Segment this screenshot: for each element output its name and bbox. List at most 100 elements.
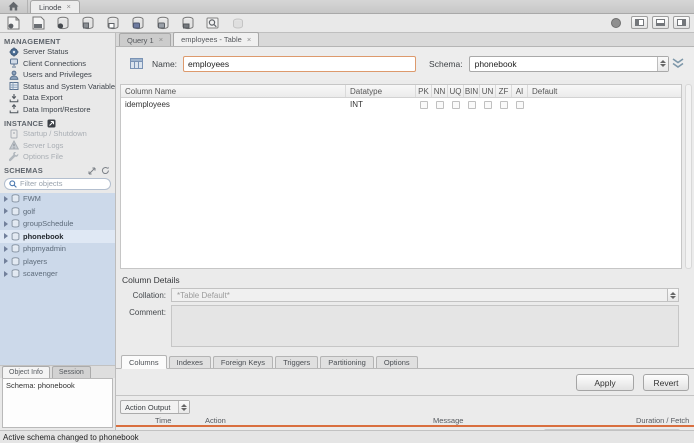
connection-tab-linode[interactable]: Linode ×	[30, 0, 80, 13]
datatype-header[interactable]: Datatype	[346, 85, 416, 97]
schema-item-phonebook[interactable]: phonebook	[0, 230, 115, 243]
default-header[interactable]: Default	[528, 85, 681, 97]
column-name-cell[interactable]: idemployees	[121, 100, 346, 109]
uq-header[interactable]: UQ	[448, 85, 464, 97]
sidebar-item-label: Data Export	[23, 93, 63, 102]
schema-item-fwm[interactable]: FWM	[0, 193, 115, 206]
sidebar-item-label: Users and Privileges	[23, 70, 92, 79]
revert-button[interactable]: Revert	[643, 374, 689, 391]
tab-options[interactable]: Options	[376, 356, 418, 368]
create-procedure-icon[interactable]	[130, 16, 146, 31]
create-function-icon[interactable]	[155, 16, 171, 31]
editor-tab-label: employees - Table	[181, 35, 242, 44]
column-name-header[interactable]: Column Name	[121, 85, 346, 97]
message-header[interactable]: Message	[433, 416, 463, 425]
schema-label: Schema:	[429, 59, 463, 69]
reconnect-db-icon[interactable]	[230, 16, 246, 31]
apply-button[interactable]: Apply	[576, 374, 634, 391]
expander-icon[interactable]	[4, 208, 8, 214]
tab-indexes[interactable]: Indexes	[169, 356, 211, 368]
nn-header[interactable]: NN	[432, 85, 448, 97]
action-output-select[interactable]: Action Output	[120, 400, 190, 414]
grid-scrollbar[interactable]	[685, 84, 692, 269]
expander-icon[interactable]	[4, 221, 8, 227]
schema-select[interactable]: phonebook	[469, 56, 669, 72]
create-view-icon[interactable]	[105, 16, 121, 31]
open-sql-script-icon[interactable]	[30, 16, 46, 31]
search-objects-icon[interactable]	[205, 16, 221, 31]
new-sql-tab-icon[interactable]	[5, 16, 21, 31]
sidebar-item-users-privileges[interactable]: Users and Privileges	[0, 69, 115, 81]
expander-icon[interactable]	[4, 258, 8, 264]
time-header[interactable]: Time	[155, 416, 171, 425]
tab-triggers[interactable]: Triggers	[275, 356, 318, 368]
sidebar-item-label: Server Status	[23, 47, 68, 56]
schema-icon	[11, 257, 20, 266]
tab-partitioning[interactable]: Partitioning	[320, 356, 374, 368]
action-header[interactable]: Action	[205, 416, 226, 425]
tab-foreign-keys[interactable]: Foreign Keys	[213, 356, 273, 368]
schema-item-golf[interactable]: golf	[0, 205, 115, 218]
expander-icon[interactable]	[4, 196, 8, 202]
schema-item-players[interactable]: players	[0, 255, 115, 268]
sidebar-item-label: Client Connections	[23, 59, 86, 68]
toggle-right-sidebar-button[interactable]	[673, 16, 690, 29]
duration-fetch-header[interactable]: Duration / Fetch	[636, 416, 689, 425]
zf-header[interactable]: ZF	[496, 85, 512, 97]
toggle-bottom-panel-button[interactable]	[652, 16, 669, 29]
expander-icon[interactable]	[4, 246, 8, 252]
sidebar-item-data-export[interactable]: Data Export	[0, 92, 115, 104]
stepper-icon[interactable]	[667, 289, 678, 301]
tab-columns[interactable]: Columns	[121, 355, 167, 369]
zf-checkbox[interactable]	[496, 101, 512, 109]
stepper-icon[interactable]	[657, 57, 668, 71]
create-table-icon[interactable]	[80, 16, 96, 31]
stepper-icon[interactable]	[178, 401, 189, 413]
datatype-cell[interactable]: INT	[346, 100, 416, 109]
sidebar-item-startup-shutdown[interactable]: Startup / Shutdown	[0, 128, 115, 140]
drop-object-icon[interactable]	[180, 16, 196, 31]
collapse-header-chevron-icon[interactable]	[671, 58, 685, 69]
tab-object-info[interactable]: Object Info	[2, 366, 50, 378]
schema-item-groupschedule[interactable]: groupSchedule	[0, 218, 115, 231]
sidebar-item-client-connections[interactable]: Client Connections	[0, 58, 115, 70]
bin-header[interactable]: BIN	[464, 85, 480, 97]
schemas-expand-icon[interactable]	[88, 167, 96, 175]
schema-filter-input[interactable]	[20, 179, 100, 188]
sidebar-item-data-import-restore[interactable]: Data Import/Restore	[0, 104, 115, 116]
sidebar-item-server-logs[interactable]: Server Logs	[0, 140, 115, 152]
ai-checkbox[interactable]	[512, 101, 528, 109]
table-name-input[interactable]	[183, 56, 416, 72]
close-icon[interactable]: ×	[159, 36, 163, 44]
options-file-icon	[9, 152, 19, 162]
close-icon[interactable]: ×	[247, 36, 251, 44]
tab-query-1[interactable]: Query 1 ×	[119, 33, 171, 46]
schema-item-phpmyadmin[interactable]: phpmyadmin	[0, 243, 115, 256]
collation-select[interactable]: *Table Default*	[171, 288, 679, 302]
pk-checkbox[interactable]	[416, 101, 432, 109]
table-row[interactable]: idemployees INT	[121, 98, 681, 111]
management-section-header: MANAGEMENT	[0, 33, 115, 46]
pk-header[interactable]: PK	[416, 85, 432, 97]
tab-employees-table[interactable]: employees - Table ×	[173, 32, 259, 46]
schemas-refresh-icon[interactable]	[101, 166, 110, 175]
nn-checkbox[interactable]	[432, 101, 448, 109]
un-checkbox[interactable]	[480, 101, 496, 109]
toggle-left-sidebar-button[interactable]	[631, 16, 648, 29]
un-header[interactable]: UN	[480, 85, 496, 97]
ai-header[interactable]: AI	[512, 85, 528, 97]
home-tab[interactable]	[0, 0, 28, 13]
comment-textarea[interactable]	[171, 305, 679, 347]
tab-session[interactable]: Session	[52, 366, 91, 378]
close-icon[interactable]: ×	[67, 3, 71, 11]
uq-checkbox[interactable]	[448, 101, 464, 109]
bin-checkbox[interactable]	[464, 101, 480, 109]
sidebar-item-status-system-variables[interactable]: Status and System Variables	[0, 81, 115, 93]
server-logs-icon	[9, 140, 19, 150]
create-schema-icon[interactable]	[55, 16, 71, 31]
schema-item-scavenger[interactable]: scavenger	[0, 268, 115, 281]
sidebar-item-options-file[interactable]: Options File	[0, 151, 115, 163]
sidebar-item-server-status[interactable]: Server Status	[0, 46, 115, 58]
expander-icon[interactable]	[4, 271, 8, 277]
expander-icon[interactable]	[4, 233, 8, 239]
